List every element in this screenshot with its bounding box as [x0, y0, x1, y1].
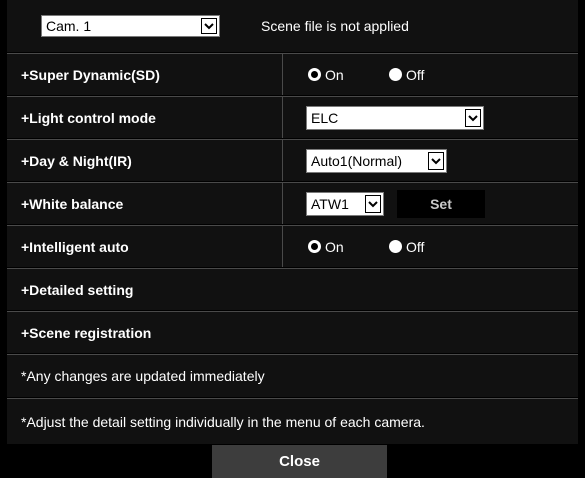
- super-dynamic-on-label: On: [325, 66, 344, 83]
- super-dynamic-off-radio[interactable]: Off: [389, 66, 424, 84]
- detailed-setting-link[interactable]: +Detailed setting: [21, 282, 133, 298]
- row-white-balance: +White balance ATW1 Set: [7, 182, 578, 224]
- white-balance-set-button[interactable]: Set: [397, 189, 485, 218]
- light-control-mode-label: +Light control mode: [21, 109, 156, 126]
- intelligent-auto-off-radio[interactable]: Off: [389, 238, 424, 256]
- chevron-down-icon: [365, 195, 381, 213]
- row-detailed-setting[interactable]: +Detailed setting: [7, 268, 578, 310]
- chevron-down-icon: [201, 18, 217, 34]
- row-super-dynamic: +Super Dynamic(SD) On Off: [7, 53, 578, 95]
- radio-unselected-icon: [389, 68, 402, 81]
- intelligent-auto-on-label: On: [325, 238, 344, 255]
- light-control-mode-value: ELC: [311, 110, 339, 126]
- radio-selected-icon: [308, 240, 321, 253]
- row-intelligent-auto: +Intelligent auto On Off: [7, 225, 578, 267]
- super-dynamic-on-radio[interactable]: On: [308, 66, 344, 84]
- intelligent-auto-label: +Intelligent auto: [21, 238, 129, 255]
- day-night-value: Auto1(Normal): [311, 153, 403, 169]
- radio-selected-icon: [308, 68, 321, 81]
- day-night-select[interactable]: Auto1(Normal): [306, 149, 447, 173]
- intelligent-auto-on-radio[interactable]: On: [308, 238, 344, 256]
- note-updated-immediately: *Any changes are updated immediately: [21, 368, 265, 384]
- header-bar: Cam. 1 Scene file is not applied: [7, 0, 578, 52]
- day-night-label: +Day & Night(IR): [21, 152, 132, 169]
- light-control-mode-select[interactable]: ELC: [306, 106, 484, 130]
- row-day-night: +Day & Night(IR) Auto1(Normal): [7, 139, 578, 181]
- super-dynamic-off-label: Off: [406, 66, 425, 83]
- white-balance-value: ATW1: [311, 196, 349, 212]
- super-dynamic-label: +Super Dynamic(SD): [21, 66, 160, 83]
- note-row-1: *Any changes are updated immediately: [7, 354, 578, 397]
- camera-select[interactable]: Cam. 1: [41, 15, 220, 37]
- chevron-down-icon: [428, 152, 444, 170]
- chevron-down-icon: [465, 109, 481, 127]
- white-balance-label: +White balance: [21, 195, 124, 212]
- white-balance-select[interactable]: ATW1: [306, 192, 384, 216]
- note-adjust-detail: *Adjust the detail setting individually …: [21, 413, 425, 430]
- row-scene-registration[interactable]: +Scene registration: [7, 311, 578, 353]
- camera-select-value: Cam. 1: [46, 18, 92, 34]
- radio-unselected-icon: [389, 240, 402, 253]
- note-row-2: *Adjust the detail setting individually …: [7, 398, 578, 444]
- scene-registration-link[interactable]: +Scene registration: [21, 325, 151, 341]
- row-light-control-mode: +Light control mode ELC: [7, 96, 578, 138]
- scene-status-text: Scene file is not applied: [261, 18, 409, 34]
- settings-panel: Cam. 1 Scene file is not applied +Super …: [0, 0, 585, 478]
- close-button[interactable]: Close: [212, 445, 387, 478]
- intelligent-auto-off-label: Off: [406, 238, 425, 255]
